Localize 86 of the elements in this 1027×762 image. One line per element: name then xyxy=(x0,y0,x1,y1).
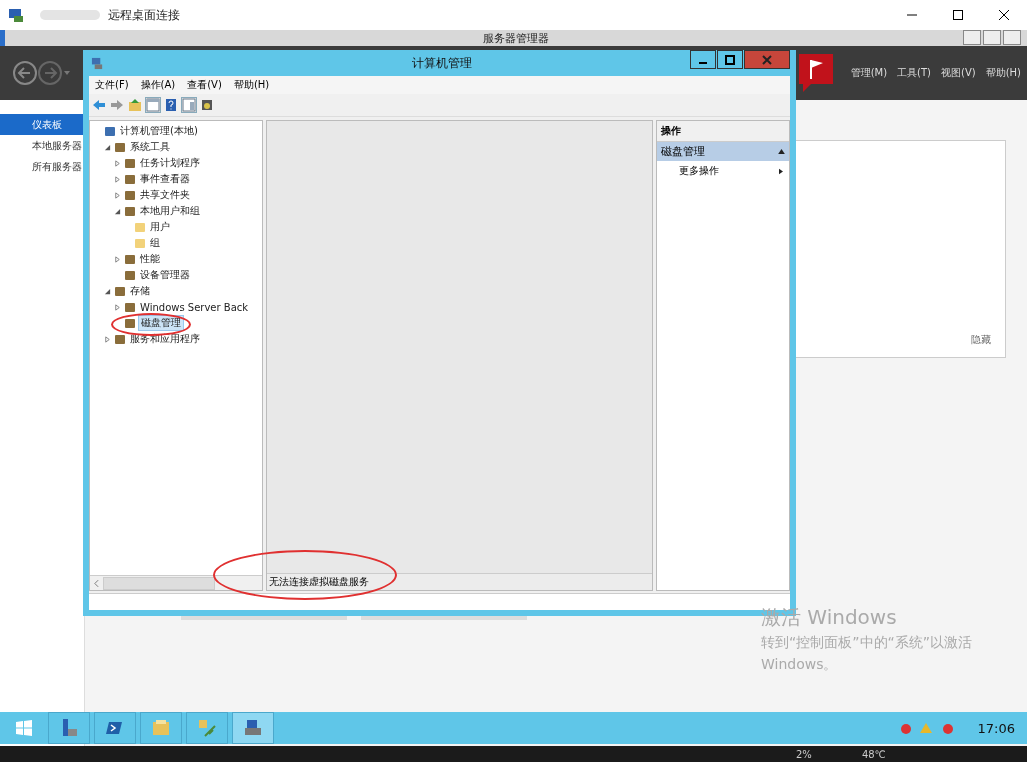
tree-node-icon xyxy=(124,173,136,185)
tree-node-icon xyxy=(124,301,136,313)
submenu-caret-icon xyxy=(779,167,783,175)
sidebar-item[interactable]: 所有服务器 xyxy=(0,156,84,177)
status-message: 无法连接虚拟磁盘服务 xyxy=(267,573,652,590)
minimize-button[interactable] xyxy=(690,50,716,69)
up-folder-icon[interactable] xyxy=(128,98,142,112)
menu-item[interactable]: 视图(V) xyxy=(941,66,976,80)
menu-item[interactable]: 查看(V) xyxy=(187,78,222,92)
horizontal-scrollbar[interactable] xyxy=(90,575,262,590)
menu-item[interactable]: 管理(M) xyxy=(850,66,888,80)
tree-node-icon xyxy=(114,285,126,297)
expand-toggle-icon[interactable] xyxy=(113,190,122,200)
remote-desktop-icon xyxy=(8,7,24,23)
tree-item[interactable]: 事件查看器 xyxy=(138,172,192,186)
actions-header: 操作 xyxy=(657,121,789,142)
restore-button[interactable] xyxy=(983,30,1001,45)
folder-icon xyxy=(134,237,146,249)
tree-item[interactable]: 磁盘管理 xyxy=(138,315,184,331)
expand-toggle-icon[interactable] xyxy=(113,158,122,168)
back-arrow-icon[interactable] xyxy=(92,98,106,112)
window-title: 计算机管理 xyxy=(411,54,473,72)
tree-item[interactable]: 计算机管理(本地) xyxy=(118,124,200,138)
forward-arrow-icon[interactable] xyxy=(110,98,124,112)
tree-item[interactable]: 共享文件夹 xyxy=(138,188,192,202)
maximize-button[interactable] xyxy=(717,50,743,69)
tree-item[interactable]: Windows Server Back xyxy=(138,301,251,313)
sidebar-item[interactable]: 本地服务器 xyxy=(0,135,84,156)
activation-text: Windows。 xyxy=(761,655,839,674)
scroll-left-icon[interactable] xyxy=(94,579,99,587)
clock: 17:06 xyxy=(977,720,1015,736)
window-title: 远程桌面连接 xyxy=(108,6,180,24)
tree-item[interactable]: 存储 xyxy=(128,284,152,298)
computer-management-icon xyxy=(91,56,104,70)
action-item[interactable]: 更多操作 xyxy=(657,161,789,181)
back-forward-icon[interactable] xyxy=(12,60,72,86)
maximize-icon xyxy=(725,54,735,65)
host-taskbar-reading: 2% xyxy=(796,748,812,760)
windows-logo-icon xyxy=(16,720,32,736)
close-button[interactable] xyxy=(1003,30,1021,45)
console-tree-icon[interactable] xyxy=(146,98,160,112)
powershell-taskbar-icon[interactable] xyxy=(94,712,136,744)
tree-node-icon xyxy=(124,157,136,169)
actions-section-header[interactable]: 磁盘管理 xyxy=(657,142,789,161)
tree-item[interactable]: 性能 xyxy=(138,252,162,266)
folder-icon xyxy=(134,221,146,233)
menu-item[interactable]: 文件(F) xyxy=(95,78,129,92)
activation-text: 转到“控制面板”中的“系统”以激活 xyxy=(761,633,972,652)
help-icon[interactable] xyxy=(164,98,178,112)
menu-item[interactable]: 帮助(H) xyxy=(985,66,1021,80)
menu-item[interactable]: 帮助(H) xyxy=(233,78,270,92)
tree-item[interactable]: 系统工具 xyxy=(128,140,172,154)
window-title: 服务器管理器 xyxy=(483,30,549,46)
tree-node-icon xyxy=(124,253,136,265)
notification-flag-icon[interactable] xyxy=(798,54,833,92)
server-manager-taskbar-icon[interactable] xyxy=(48,712,90,744)
close-icon xyxy=(999,10,1009,20)
hide-link[interactable]: 隐藏 xyxy=(971,333,991,347)
host-taskbar-reading: 48℃ xyxy=(861,748,886,760)
expand-toggle-icon[interactable] xyxy=(113,302,122,312)
tree-node-icon xyxy=(124,205,136,217)
tree-node-icon xyxy=(124,189,136,201)
tree-item[interactable]: 用户 xyxy=(148,220,172,234)
computer-management-taskbar-icon[interactable] xyxy=(232,712,274,744)
tree-item[interactable]: 本地用户和组 xyxy=(138,204,202,218)
file-explorer-taskbar-icon[interactable] xyxy=(140,712,182,744)
expand-toggle-icon[interactable] xyxy=(103,334,112,344)
expand-toggle-icon[interactable] xyxy=(113,254,122,264)
tree-node-icon xyxy=(124,317,136,329)
maximize-icon xyxy=(953,10,963,20)
tree-item[interactable]: 任务计划程序 xyxy=(138,156,202,170)
tools-taskbar-icon[interactable] xyxy=(186,712,228,744)
tree-item[interactable]: 组 xyxy=(148,236,162,250)
collapse-caret-icon xyxy=(778,149,785,154)
menu-item[interactable]: 工具(T) xyxy=(897,66,931,80)
sidebar-item[interactable]: 仪表板 xyxy=(0,114,84,135)
tree-node-icon xyxy=(124,269,136,281)
minimize-icon xyxy=(699,61,707,64)
tree-node-icon xyxy=(104,125,116,137)
close-icon xyxy=(762,54,772,65)
tree-node-icon xyxy=(114,141,126,153)
tree-item[interactable]: 设备管理器 xyxy=(138,268,192,282)
menu-item[interactable]: 操作(A) xyxy=(140,78,176,92)
tree-node-icon xyxy=(114,333,126,345)
expand-toggle-icon[interactable] xyxy=(113,174,122,184)
blurred-host-name xyxy=(40,10,100,20)
